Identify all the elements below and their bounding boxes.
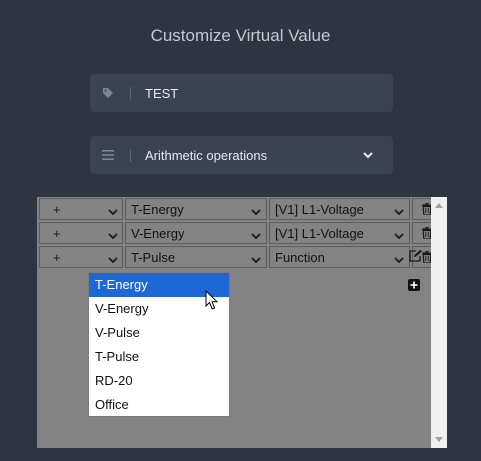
table-row: + T-Energy [V1] L1-Voltage bbox=[37, 197, 442, 221]
parameter-value: Function bbox=[275, 249, 325, 265]
edit-icon[interactable] bbox=[409, 249, 423, 262]
operator-value: + bbox=[53, 249, 61, 265]
chevron-down-icon bbox=[363, 151, 373, 159]
chevron-down-icon bbox=[394, 228, 404, 243]
operator-select[interactable]: + bbox=[39, 246, 123, 268]
dropdown-option[interactable]: T-Pulse bbox=[89, 345, 229, 369]
operator-select[interactable]: + bbox=[39, 198, 123, 220]
operator-value: + bbox=[53, 225, 61, 241]
scroll-up-arrow-icon[interactable] bbox=[435, 203, 443, 208]
chevron-down-icon bbox=[394, 204, 404, 219]
operator-select[interactable]: + bbox=[39, 222, 123, 244]
parameter-value: [V1] L1-Voltage bbox=[275, 201, 364, 217]
dropdown-option[interactable]: Office bbox=[89, 393, 229, 417]
name-field-value: TEST bbox=[145, 85, 179, 101]
variable-select[interactable]: V-Energy bbox=[125, 222, 267, 244]
chevron-down-icon bbox=[108, 252, 118, 267]
operation-type-select[interactable]: Arithmetic operations bbox=[90, 136, 393, 174]
chevron-down-icon bbox=[251, 204, 261, 219]
tag-icon bbox=[102, 87, 130, 99]
page-title: Customize Virtual Value bbox=[150, 26, 331, 45]
mouse-cursor-icon bbox=[205, 289, 219, 316]
variable-select[interactable]: T-Energy bbox=[125, 198, 267, 220]
list-icon bbox=[102, 150, 130, 160]
parameter-select[interactable]: [V1] L1-Voltage bbox=[269, 198, 410, 220]
table-row: + T-Pulse Function bbox=[37, 245, 442, 269]
chevron-down-icon bbox=[394, 252, 404, 267]
chevron-down-icon bbox=[108, 204, 118, 219]
field-divider bbox=[130, 86, 131, 100]
parameter-select[interactable]: [V1] L1-Voltage bbox=[269, 222, 410, 244]
variable-value: V-Energy bbox=[131, 225, 185, 241]
chevron-down-icon bbox=[108, 228, 118, 243]
parameter-select[interactable]: Function bbox=[269, 246, 410, 268]
chevron-down-icon bbox=[251, 228, 261, 243]
variable-value: T-Energy bbox=[131, 201, 184, 217]
dropdown-option[interactable]: RD-20 bbox=[89, 369, 229, 393]
vertical-scrollbar[interactable] bbox=[431, 197, 447, 448]
operator-value: + bbox=[53, 201, 61, 217]
scroll-down-arrow-icon[interactable] bbox=[435, 437, 443, 442]
parameter-value: [V1] L1-Voltage bbox=[275, 225, 364, 241]
name-field[interactable]: TEST bbox=[90, 74, 393, 112]
add-row-button[interactable] bbox=[408, 279, 420, 291]
variable-select[interactable]: T-Pulse bbox=[125, 246, 267, 268]
variable-value: T-Pulse bbox=[131, 249, 176, 265]
chevron-down-icon bbox=[251, 252, 261, 267]
operation-type-value: Arithmetic operations bbox=[145, 147, 268, 163]
field-divider bbox=[130, 148, 131, 162]
table-row: + V-Energy [V1] L1-Voltage bbox=[37, 221, 442, 245]
dropdown-option[interactable]: V-Pulse bbox=[89, 321, 229, 345]
